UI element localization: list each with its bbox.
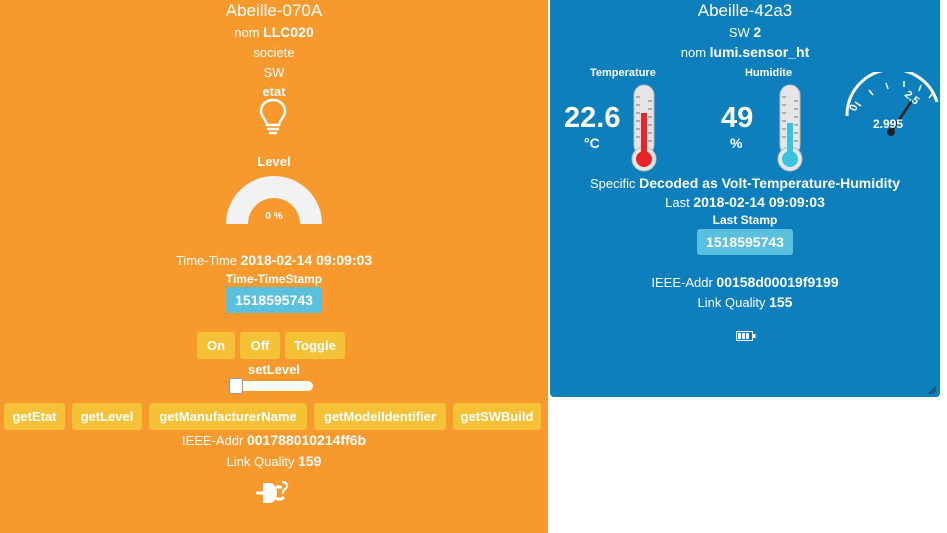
specific-label: Specific	[589, 176, 636, 191]
get-level-button[interactable]: getLevel	[72, 403, 142, 430]
thermometer-cyan-icon	[777, 84, 803, 172]
battery-full-icon	[736, 331, 756, 341]
nom-row: nom LLC020	[0, 24, 548, 40]
on-button[interactable]: On	[197, 332, 235, 359]
get-sw-build-button[interactable]: getSWBuild	[453, 403, 541, 430]
sw-label: SW	[728, 25, 750, 40]
link-quality-row: Link Quality 155	[550, 294, 940, 310]
thermometer-red-icon	[631, 84, 657, 172]
link-quality-row: Link Quality 159	[0, 453, 548, 469]
link-quality-label: Link Quality	[226, 454, 295, 469]
nom-value: lumi.sensor_ht	[709, 44, 810, 60]
card-title[interactable]: Abeille-42a3	[550, 1, 940, 21]
nom-row: nom lumi.sensor_ht	[550, 44, 940, 60]
ieee-row: IEEE-Addr 001788010214ff6b	[0, 432, 548, 448]
time-value: 2018-02-14 09:09:03	[240, 252, 373, 268]
setlevel-label: setLevel	[247, 362, 301, 377]
lightbulb-icon[interactable]	[258, 98, 288, 136]
nom-value: LLC020	[263, 24, 314, 40]
level-value: 0 %	[265, 211, 283, 222]
sw-label: SW	[263, 65, 285, 80]
off-button[interactable]: Off	[240, 332, 280, 359]
card-title[interactable]: Abeille-070A	[0, 1, 548, 21]
etat-label: etat	[262, 84, 286, 99]
plug-unknown-icon	[256, 480, 289, 503]
humidity-label: Humidite	[745, 67, 793, 79]
setlevel-slider-thumb[interactable]	[229, 378, 243, 394]
link-quality-value: 155	[769, 294, 793, 310]
link-quality-label: Link Quality	[697, 295, 766, 310]
temperature-label: Temperature	[590, 67, 656, 79]
last-stamp-wrap: 1518595743	[550, 229, 940, 255]
timestamp-wrap: 1518595743	[0, 287, 548, 313]
temperature-unit: °C	[584, 135, 600, 151]
device-card-abeille-42a3: Abeille-42a3 SW 2 nom lumi.sensor_ht Tem…	[550, 0, 940, 397]
timestamp-label: Time-TimeStamp	[225, 272, 323, 286]
ieee-value: 001788010214ff6b	[246, 432, 367, 448]
link-quality-value: 159	[298, 453, 322, 469]
toggle-button[interactable]: Toggle	[285, 332, 345, 359]
gauge-value: 2.995	[873, 117, 904, 131]
timestamp-badge: 1518595743	[226, 287, 322, 313]
setlevel-slider[interactable]	[229, 378, 313, 394]
humidity-value: 49	[721, 102, 754, 134]
temperature-value: 22.6	[564, 102, 621, 134]
sw-value: 2	[753, 24, 762, 40]
get-etat-button[interactable]: getEtat	[4, 403, 65, 430]
last-stamp-label: Last Stamp	[712, 213, 778, 227]
last-value: 2018-02-14 09:09:03	[693, 194, 825, 210]
sw-row: SW 2	[550, 24, 940, 40]
nom-label: nom	[234, 25, 260, 40]
time-row: Time-Time 2018-02-14 09:09:03	[0, 252, 548, 268]
device-card-abeille-070a: Abeille-070A nom LLC020 societe SW etat …	[0, 0, 548, 533]
ieee-label: IEEE-Addr	[651, 275, 713, 290]
last-row: Last 2018-02-14 09:09:03	[550, 194, 940, 210]
ieee-label: IEEE-Addr	[181, 433, 244, 448]
get-model-identifier-button[interactable]: getModelIdentifier	[314, 403, 446, 430]
resize-handle[interactable]	[928, 386, 937, 395]
societe-label: societe	[253, 45, 295, 60]
nom-label: nom	[680, 45, 707, 60]
last-label: Last	[665, 195, 690, 210]
ieee-row: IEEE-Addr 00158d00019f9199	[550, 274, 940, 290]
level-label: Level	[257, 154, 291, 169]
humidity-unit: %	[730, 135, 743, 151]
specific-row: Specific Decoded as Volt-Temperature-Hum…	[550, 175, 940, 191]
ieee-value: 00158d00019f9199	[716, 274, 839, 290]
last-stamp-badge: 1518595743	[697, 229, 793, 255]
get-manufacturer-name-button[interactable]: getManufacturerName	[149, 403, 307, 430]
time-label: Time-Time	[175, 253, 237, 268]
specific-value: Decoded as Volt-Temperature-Humidity	[639, 175, 900, 191]
